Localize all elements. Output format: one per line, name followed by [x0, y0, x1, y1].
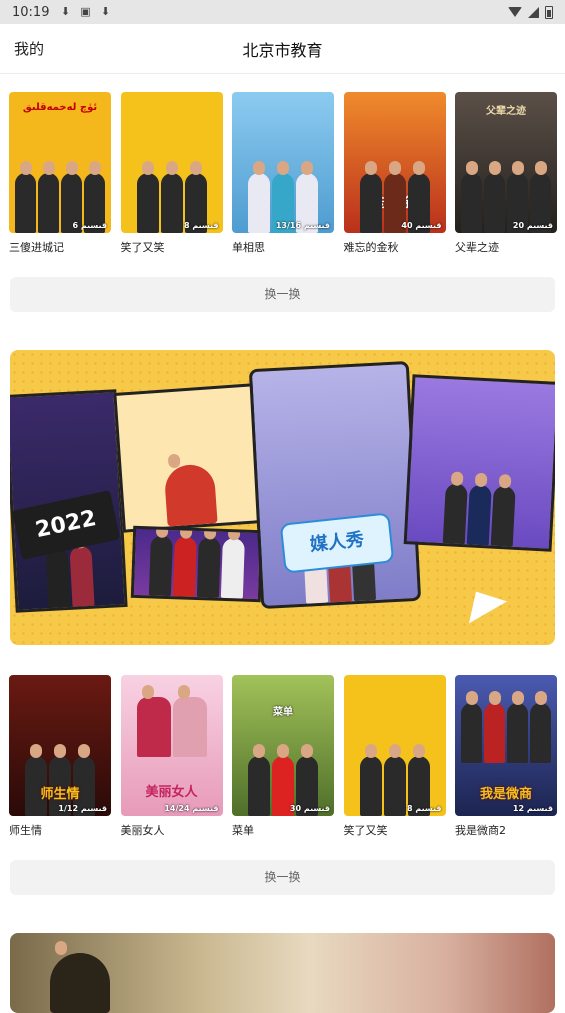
drama-poster[interactable]: 父辈之迹 20 قىسىم [455, 92, 557, 233]
battery-icon [545, 5, 553, 19]
poster-title: 师生情 [40, 787, 80, 802]
signal-icon [528, 6, 539, 18]
drama-title[interactable]: 师生情 [9, 822, 111, 838]
drama-card[interactable]: 8 قىسىم 笑了又笑 [120, 92, 223, 255]
banner-panel [130, 525, 264, 603]
poster-title: 我是微商 [479, 787, 532, 802]
drama-title[interactable]: 难忘的金秋 [344, 239, 446, 255]
drama-row-1: ئۈچ لەخمەقلىق 6 قىسىم 三傻进城记 8 قىسىم 笑了又笑… [9, 92, 557, 255]
swap-button[interactable]: 换一换 [10, 860, 555, 895]
drama-card[interactable]: 8 قىسىم 笑了又笑 [343, 675, 446, 838]
promo-banner[interactable]: 2022 媒人秀 [10, 350, 555, 645]
download-icon: ⬇ [100, 5, 111, 18]
drama-title[interactable]: 菜单 [232, 822, 334, 838]
episode-badge: 8 قىسىم [406, 804, 442, 813]
episode-badge: 13/16 قىسىم [275, 221, 330, 230]
episode-badge: 14/24 قىسىم [164, 804, 219, 813]
drama-poster[interactable]: 13/16 قىسىم [232, 92, 334, 233]
drama-card[interactable]: 美丽女人 14/24 قىسىم 美丽女人 [120, 675, 223, 838]
episode-badge: 30 قىسىم [289, 804, 330, 813]
drama-card[interactable]: 我是微商 12 قىسىم 我是微商2 [455, 675, 557, 838]
status-bar: 10:19 ⬇ ▣ ⬇ [0, 0, 565, 24]
drama-title[interactable]: 父辈之迹 [455, 239, 557, 255]
page-title: 北京市教育 [242, 41, 323, 60]
drama-poster[interactable]: 8 قىسىم [343, 675, 446, 816]
drama-poster[interactable]: 菜单 30 قىسىم [232, 675, 334, 816]
poster-title: 美丽女人 [145, 785, 198, 800]
top-bar: 我的 北京市教育 [0, 24, 565, 74]
episode-badge: 40 قىسىم [401, 221, 442, 230]
drama-poster[interactable]: 难忘的金秋 40 قىسىم [343, 92, 446, 233]
drama-row-2: 师生情 1/12 قىسىم 师生情 美丽女人 14/24 قىسىم 美丽女人… [9, 675, 557, 838]
promo-banner-2[interactable] [10, 933, 555, 1013]
poster-title: 父辈之迹 [486, 106, 526, 117]
drama-card[interactable]: 菜单 30 قىسىم 菜单 [232, 675, 334, 838]
drama-poster[interactable]: 我是微商 12 قىسىم [455, 675, 557, 816]
drama-poster[interactable]: 8 قىسىم [120, 92, 223, 233]
drama-poster[interactable]: ئۈچ لەخمەقلىق 6 قىسىم [9, 92, 111, 233]
drama-card[interactable]: 难忘的金秋 40 قىسىم 难忘的金秋 [343, 92, 446, 255]
status-time: 10:19 [12, 4, 50, 20]
drama-title[interactable]: 我是微商2 [455, 822, 557, 838]
wifi-icon [508, 7, 522, 17]
a-icon: ▣ [80, 5, 91, 18]
banner-panel [248, 360, 422, 610]
drama-card[interactable]: 师生情 1/12 قىسىم 师生情 [9, 675, 111, 838]
banner-panel [403, 374, 555, 552]
drama-card[interactable]: 父辈之迹 20 قىسىم 父辈之迹 [455, 92, 557, 255]
drama-title[interactable]: 单相思 [232, 239, 334, 255]
episode-badge: 20 قىسىم [512, 221, 553, 230]
banner-panel [113, 383, 263, 533]
episode-badge: 1/12 قىسىم [58, 804, 107, 813]
drama-card[interactable]: 13/16 قىسىم 单相思 [232, 92, 334, 255]
drama-title[interactable]: 三傻进城记 [9, 239, 111, 255]
episode-badge: 12 قىسىم [512, 804, 553, 813]
episode-badge: 8 قىسىم [183, 221, 219, 230]
drama-title[interactable]: 笑了又笑 [121, 239, 223, 255]
poster-title: 菜单 [273, 707, 293, 718]
drama-poster[interactable]: 美丽女人 14/24 قىسىم [120, 675, 223, 816]
download-icon: ⬇ [60, 5, 71, 18]
poster-title: ئۈچ لەخمەقلىق [22, 102, 98, 113]
drama-title[interactable]: 美丽女人 [121, 822, 223, 838]
swap-button[interactable]: 换一换 [10, 277, 555, 312]
episode-badge: 6 قىسىم [72, 221, 107, 230]
drama-title[interactable]: 笑了又笑 [344, 822, 446, 838]
drama-poster[interactable]: 师生情 1/12 قىسىم [9, 675, 111, 816]
drama-card[interactable]: ئۈچ لەخمەقلىق 6 قىسىم 三傻进城记 [9, 92, 111, 255]
